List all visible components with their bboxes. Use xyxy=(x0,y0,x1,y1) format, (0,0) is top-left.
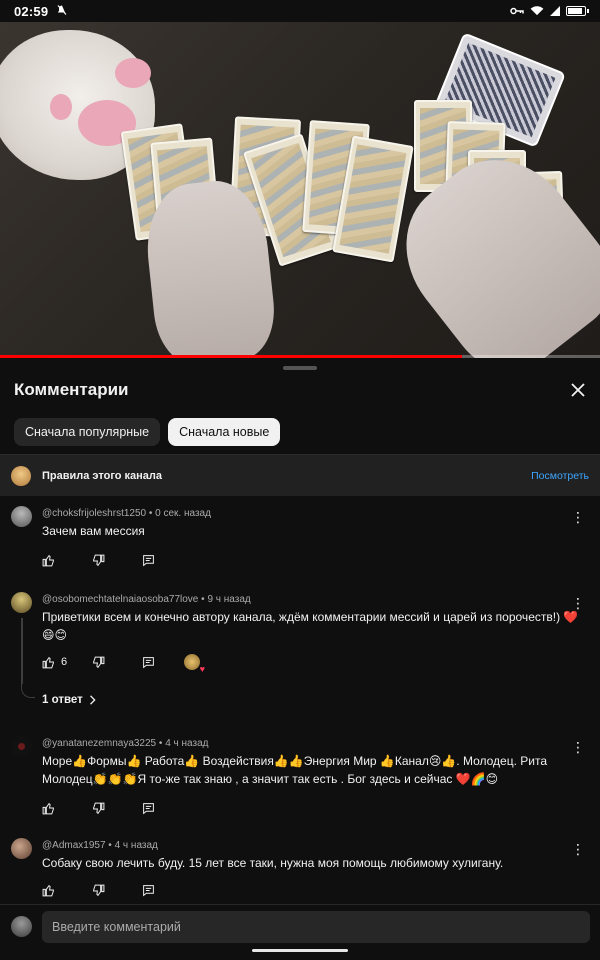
sort-popular-chip[interactable]: Сначала популярные xyxy=(14,418,161,446)
like-button[interactable] xyxy=(42,880,92,900)
reply-button[interactable] xyxy=(142,550,182,570)
comment-actions: 6 xyxy=(42,652,212,674)
comment-meta: @choksfrijoleshrst1250 • 0 сек. назад xyxy=(42,508,211,519)
avatar[interactable] xyxy=(11,736,32,757)
thumbs-down-icon xyxy=(93,884,105,896)
comment-time: 0 сек. назад xyxy=(155,508,211,519)
reply-button[interactable] xyxy=(142,652,182,672)
comment-author[interactable]: @yanatanezemnaya3225 xyxy=(42,738,156,749)
dislike-button[interactable] xyxy=(92,550,142,570)
avatar[interactable] xyxy=(11,506,32,527)
avatar[interactable] xyxy=(11,838,32,859)
reply-icon xyxy=(143,554,154,566)
wifi-icon xyxy=(530,4,544,19)
reply-button[interactable] xyxy=(142,798,182,818)
like-button[interactable] xyxy=(42,798,92,818)
video-player[interactable] xyxy=(0,22,600,358)
comment-author[interactable]: @Admax1957 xyxy=(42,840,106,851)
bell-off-icon xyxy=(56,4,68,19)
thumbs-down-icon xyxy=(93,656,105,668)
thumbs-up-icon xyxy=(42,884,54,896)
thumbs-down-icon xyxy=(93,802,105,814)
view-rules-link[interactable]: Посмотреть xyxy=(531,470,589,482)
dislike-button[interactable] xyxy=(92,798,142,818)
thumbs-up-icon xyxy=(42,802,54,814)
comment-time: 4 ч назад xyxy=(114,840,158,851)
comment-meta: @yanatanezemnaya3225 • 4 ч назад xyxy=(42,738,209,749)
comment-actions xyxy=(42,880,182,900)
comment-meta: @osobomechtatelnaiaosoba77love • 9 ч наз… xyxy=(42,594,251,605)
close-icon xyxy=(571,383,585,397)
comment-text: Собаку свою лечить буду. 15 лет все таки… xyxy=(42,856,504,870)
reply-icon xyxy=(143,656,154,668)
comment-text: Море👍Формы👍 Работа👍 Воздействия👍👍Энергия… xyxy=(42,754,547,786)
comment-author[interactable]: @osobomechtatelnaiaosoba77love xyxy=(42,594,198,605)
reply-icon xyxy=(143,802,154,814)
replies-toggle[interactable]: 1 ответ xyxy=(42,694,97,706)
comments-sheet: Комментарии Сначала популярные Сначала н… xyxy=(0,358,600,960)
signal-icon xyxy=(550,4,560,19)
thumbs-up-icon xyxy=(42,554,54,566)
status-time: 02:59 xyxy=(14,3,49,19)
creator-heart xyxy=(182,652,212,674)
like-button[interactable] xyxy=(42,550,92,570)
like-count: 6 xyxy=(61,656,68,668)
thread-line xyxy=(21,618,23,684)
channel-rules-label: Правила этого канала xyxy=(42,469,163,482)
sort-chips: Сначала популярные Сначала новые xyxy=(14,418,281,446)
comment-input[interactable] xyxy=(42,911,590,943)
comment-author[interactable]: @choksfrijoleshrst1250 xyxy=(42,508,146,519)
comment-meta: @Admax1957 • 4 ч назад xyxy=(42,840,158,851)
user-avatar xyxy=(11,916,32,937)
chevron-right-icon xyxy=(89,695,96,705)
replies-label: 1 ответ xyxy=(42,694,83,706)
thread-curve xyxy=(21,684,35,698)
comment-text: Приветики всем и конечно автору канала, … xyxy=(42,610,579,642)
thumbs-up-icon xyxy=(42,656,54,668)
creator-heart-icon xyxy=(184,654,205,674)
thumbs-down-icon xyxy=(93,554,105,566)
comment-actions xyxy=(42,798,182,818)
dislike-button[interactable] xyxy=(92,880,142,900)
avatar[interactable] xyxy=(11,592,32,613)
comment-actions xyxy=(42,550,182,570)
close-button[interactable] xyxy=(566,378,590,402)
drag-handle[interactable] xyxy=(283,366,317,370)
status-bar: 02:59 xyxy=(0,0,600,22)
reply-icon xyxy=(143,884,154,896)
comment-text: Зачем вам мессия xyxy=(42,524,145,538)
comments-title: Комментарии xyxy=(14,380,129,399)
channel-avatar xyxy=(11,465,31,486)
battery-icon xyxy=(566,6,589,16)
like-button[interactable]: 6 xyxy=(42,652,92,672)
channel-rules-banner[interactable]: Правила этого канала Посмотреть xyxy=(0,454,600,496)
comment-composer xyxy=(0,904,600,960)
key-icon xyxy=(510,4,524,19)
reply-button[interactable] xyxy=(142,880,182,900)
home-indicator[interactable] xyxy=(252,949,348,952)
comment-time: 4 ч назад xyxy=(165,738,209,749)
sort-newest-chip[interactable]: Сначала новые xyxy=(168,418,281,446)
comment-time: 9 ч назад xyxy=(207,594,251,605)
dislike-button[interactable] xyxy=(92,652,142,672)
